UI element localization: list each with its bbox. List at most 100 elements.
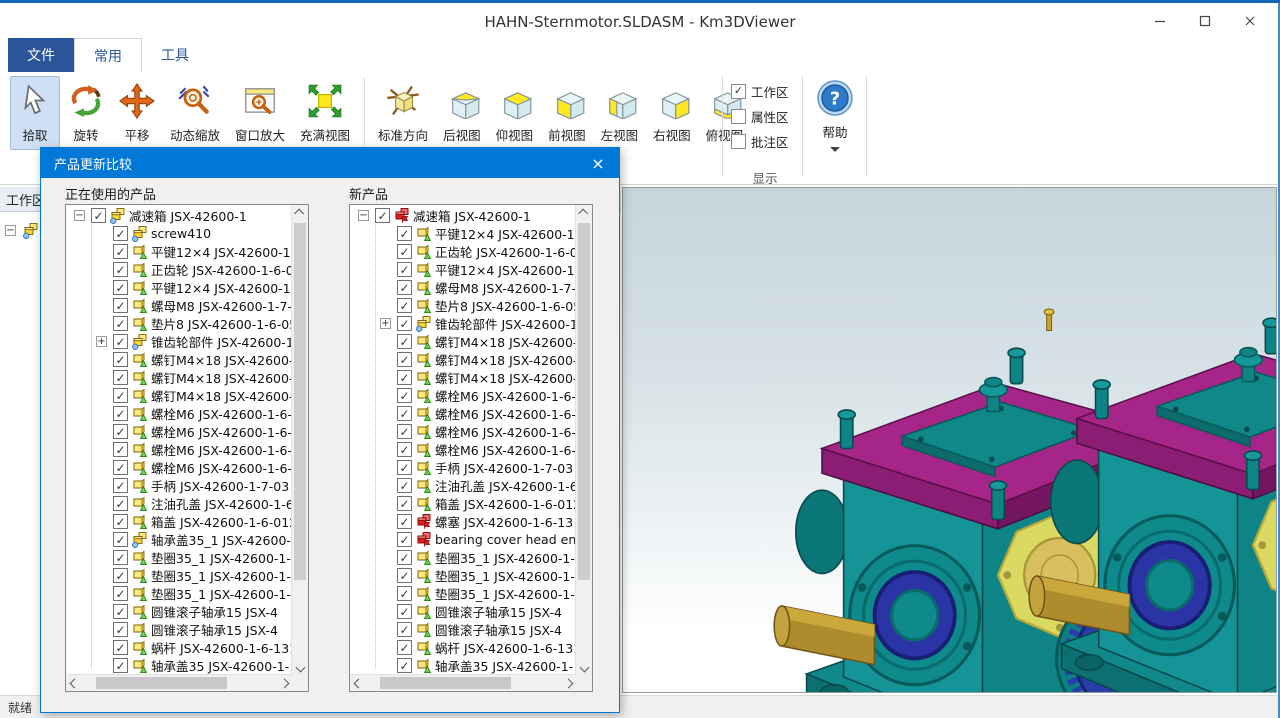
tree-item[interactable]: ✓垫圈35_1 JSX-42600-1-1 [350, 566, 576, 584]
tree-item[interactable]: ✓螺栓M6 JSX-42600-1-6-1 [66, 440, 292, 458]
horizontal-scrollbar[interactable] [66, 674, 292, 691]
tree-item-checkbox[interactable]: ✓ [113, 352, 128, 367]
tree-item-checkbox[interactable]: ✓ [113, 424, 128, 439]
tree-item[interactable]: ✓螺母M8 JSX-42600-1-7-0 [350, 278, 576, 296]
scroll-left-button[interactable] [66, 675, 82, 691]
tree-item[interactable]: −✓减速箱 JSX-42600-1 [66, 206, 292, 224]
tree-item[interactable]: ✓蜗杆 JSX-42600-1-6-131 [350, 638, 576, 656]
checkbox[interactable]: ✓ [731, 84, 746, 99]
tree-item[interactable]: ✓平键12×4 JSX-42600-1-6 [350, 224, 576, 242]
tree-item-checkbox[interactable]: ✓ [113, 370, 128, 385]
tree-item-checkbox[interactable]: ✓ [397, 532, 412, 547]
dialog-titlebar[interactable]: 产品更新比较 × [41, 148, 619, 178]
tree-item-checkbox[interactable]: ✓ [397, 478, 412, 493]
scroll-up-button[interactable] [576, 205, 592, 221]
tree-item-checkbox[interactable]: ✓ [397, 658, 412, 673]
tree-item[interactable]: ✓手柄 JSX-42600-1-7-03 [66, 476, 292, 494]
tree-item-checkbox[interactable]: ✓ [397, 370, 412, 385]
tree-item[interactable]: ✓螺栓M6 JSX-42600-1-6-1 [66, 458, 292, 476]
tree-item-checkbox[interactable]: ✓ [397, 388, 412, 403]
tree-item[interactable]: ✓箱盖 JSX-42600-1-6-012 [350, 494, 576, 512]
scroll-right-button[interactable] [276, 675, 292, 691]
minimize-button[interactable] [1137, 3, 1182, 38]
tree-item[interactable]: ✓垫圈35_1 JSX-42600-1-1 [66, 548, 292, 566]
scroll-up-button[interactable] [292, 205, 308, 221]
tree-item-checkbox[interactable]: ✓ [113, 550, 128, 565]
tree-item[interactable]: ✓正齿轮 JSX-42600-1-6-0 [350, 242, 576, 260]
help-button[interactable]: ? 帮助 [806, 78, 864, 152]
tree-item[interactable]: ✓螺塞 JSX-42600-1-6-13 [350, 512, 576, 530]
tree-item-checkbox[interactable]: ✓ [397, 604, 412, 619]
tree-item[interactable]: ✓平键12×4 JSX-42600-1-6 [350, 260, 576, 278]
tree-item[interactable]: ✓螺钉M4×18 JSX-42600-1 [350, 350, 576, 368]
tree-item-checkbox[interactable]: ✓ [375, 208, 390, 223]
tree-item[interactable]: ✓screw410 [66, 224, 292, 242]
toolbar-button-rotate[interactable]: 旋转 [61, 76, 111, 150]
scroll-right-button[interactable] [560, 675, 576, 691]
toolbar-button-pan[interactable]: 平移 [112, 76, 162, 150]
tree-item[interactable]: ✓轴承盖35 JSX-42600-1- [350, 656, 576, 674]
tree-item[interactable]: ✓圆锥滚子轴承15 JSX-4 [66, 620, 292, 638]
tree-item[interactable]: ✓垫片8 JSX-42600-1-6-05 [350, 296, 576, 314]
gearbox-3d-scene[interactable] [623, 188, 1276, 692]
tree-item-checkbox[interactable]: ✓ [113, 568, 128, 583]
tree-item[interactable]: ✓螺钉M4×18 JSX-42600-1 [66, 386, 292, 404]
tree-item-checkbox[interactable]: ✓ [397, 244, 412, 259]
tree-item-checkbox[interactable]: ✓ [113, 640, 128, 655]
tab-常用[interactable]: 常用 [74, 38, 142, 72]
tree-item-checkbox[interactable]: ✓ [113, 460, 128, 475]
tree-item-checkbox[interactable]: ✓ [113, 478, 128, 493]
scrollbar-thumb[interactable] [380, 677, 511, 689]
tree-item[interactable]: ✓螺栓M6 JSX-42600-1-6-1 [66, 422, 292, 440]
tree-item[interactable]: ✓注油孔盖 JSX-42600-1-6 [350, 476, 576, 494]
tree-item-checkbox[interactable]: ✓ [397, 316, 412, 331]
checkbox[interactable] [731, 134, 746, 149]
toolbar-button-zoom-window[interactable]: 窗口放大 [228, 76, 292, 150]
toolbar-button-zoom-dynamic[interactable]: 动态缩放 [163, 76, 227, 150]
horizontal-scrollbar[interactable] [350, 674, 576, 691]
tree-item-checkbox[interactable]: ✓ [397, 568, 412, 583]
tree-item-checkbox[interactable]: ✓ [113, 604, 128, 619]
tree-item-checkbox[interactable]: ✓ [113, 334, 128, 349]
tree-item[interactable]: ✓螺栓M6 JSX-42600-1-6-1 [350, 440, 576, 458]
tree-item-checkbox[interactable]: ✓ [113, 280, 128, 295]
tree-item[interactable]: ✓螺栓M6 JSX-42600-1-6-1 [350, 386, 576, 404]
tree-item-checkbox[interactable]: ✓ [113, 658, 128, 673]
tree-item[interactable]: ✓垫圈35_1 JSX-42600-1-1 [66, 566, 292, 584]
tree-item[interactable]: ✓正齿轮 JSX-42600-1-6-0 [66, 260, 292, 278]
tab-文件[interactable]: 文件 [8, 38, 74, 72]
tree-item[interactable]: ✓bearing cover head enve [350, 530, 576, 548]
tree-item-checkbox[interactable]: ✓ [397, 442, 412, 457]
tree-item[interactable]: ✓垫片8 JSX-42600-1-6-05 [66, 314, 292, 332]
chevron-down-icon[interactable] [830, 147, 840, 152]
tree-item[interactable]: ✓注油孔盖 JSX-42600-1-6 [66, 494, 292, 512]
tree-item[interactable]: ✓螺钉M4×18 JSX-42600-1 [66, 350, 292, 368]
tab-工具[interactable]: 工具 [142, 38, 208, 72]
viewport-3d[interactable] [622, 187, 1277, 693]
checkbox[interactable] [731, 109, 746, 124]
tree-item-checkbox[interactable]: ✓ [397, 424, 412, 439]
tree-item-checkbox[interactable]: ✓ [113, 496, 128, 511]
scrollbar-thumb[interactable] [96, 677, 227, 689]
tree-item-checkbox[interactable]: ✓ [397, 262, 412, 277]
tree-item-checkbox[interactable]: ✓ [113, 442, 128, 457]
tree-item-checkbox[interactable]: ✓ [113, 532, 128, 547]
tree-item[interactable]: ✓轴承盖35 JSX-42600-1- [66, 656, 292, 674]
tree-item-checkbox[interactable]: ✓ [397, 550, 412, 565]
tree-item[interactable]: ✓垫圈35_1 JSX-42600-1-1 [350, 584, 576, 602]
tree-item[interactable]: ✓垫圈35_1 JSX-42600-1-1 [66, 584, 292, 602]
tree-item[interactable]: ✓平键12×4 JSX-42600-1-6 [66, 278, 292, 296]
tree-item-checkbox[interactable]: ✓ [397, 280, 412, 295]
toolbar-button-back-view[interactable]: 后视图 [436, 76, 488, 150]
tree-item-checkbox[interactable]: ✓ [397, 352, 412, 367]
tree-item-checkbox[interactable]: ✓ [113, 406, 128, 421]
tree-item[interactable]: ✓垫圈35_1 JSX-42600-1-1 [350, 548, 576, 566]
tree-expander-plus[interactable]: + [380, 318, 391, 329]
tree-item[interactable]: ✓螺钉M4×18 JSX-42600-1 [66, 368, 292, 386]
tree-item-checkbox[interactable]: ✓ [113, 514, 128, 529]
tree-item-checkbox[interactable]: ✓ [113, 262, 128, 277]
tree-item-checkbox[interactable]: ✓ [397, 586, 412, 601]
tree-item[interactable]: +✓锥齿轮部件 JSX-42600-1 [350, 314, 576, 332]
tree-item[interactable]: ✓螺栓M6 JSX-42600-1-6-1 [350, 422, 576, 440]
tree-item[interactable]: +✓锥齿轮部件 JSX-42600-1 [66, 332, 292, 350]
